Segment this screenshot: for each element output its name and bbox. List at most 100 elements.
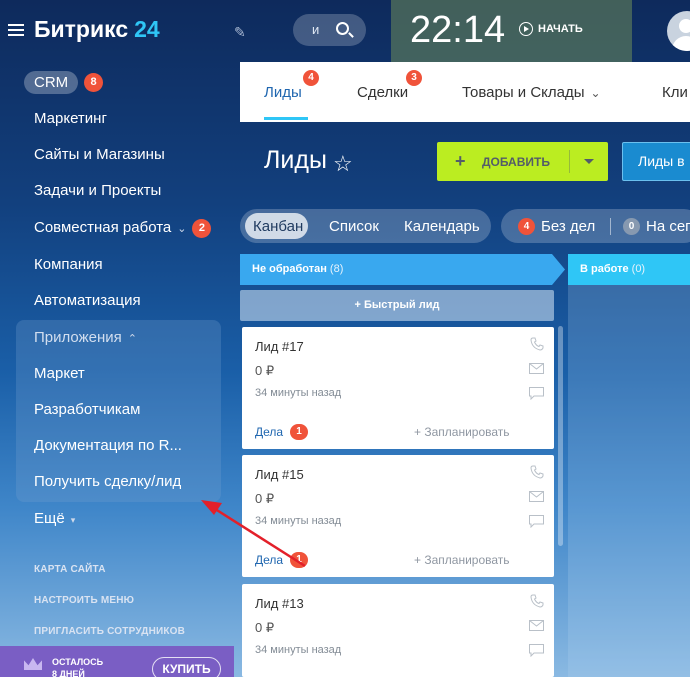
view-calendar[interactable]: Календарь [404,218,480,235]
menu-icon[interactable] [8,23,24,36]
column-header-in-progress[interactable]: В работе (0) [568,254,690,285]
sidebar-item-crm[interactable]: CRM [24,71,79,94]
view-switcher: Канбан Список Календарь [240,209,491,243]
lead-card[interactable]: Лид #17 0 ₽ 34 минуты назад Дела 1 + Зап… [242,327,554,449]
configure-menu-link[interactable]: НАСТРОИТЬ МЕНЮ [34,595,134,606]
filter-no-deals[interactable]: Без дел [541,218,595,235]
view-list[interactable]: Список [329,218,379,235]
site-map-link[interactable]: КАРТА САЙТА [34,564,106,575]
tab-leads[interactable]: Лиды [264,84,302,101]
lead-time: 34 минуты назад [255,515,342,527]
sidebar-item-label: Сайты и Магазины [34,146,165,163]
add-button[interactable]: + ДОБАВИТЬ [437,142,608,181]
mail-icon[interactable] [529,491,544,502]
start-workday-button[interactable]: НАЧАТЬ [519,22,583,36]
sidebar-item-tasks[interactable]: Задачи и Проекты [34,182,161,199]
column-count: (8) [329,263,344,275]
no-deals-badge: 4 [518,218,535,235]
sidebar-item-label: Маркет [34,365,85,382]
search-input[interactable]: и [293,14,366,46]
sidebar-item-label: Получить сделку/лид [34,473,182,490]
sidebar-item-label: Маркетинг [34,110,107,127]
phone-icon[interactable] [530,465,544,479]
sidebar-more[interactable]: Ещё ▾ [34,510,75,527]
lead-price: 0 ₽ [255,363,275,378]
sidebar-item-sites[interactable]: Сайты и Магазины [34,146,165,163]
avatar[interactable] [667,11,690,51]
mail-icon[interactable] [529,620,544,631]
lead-title[interactable]: Лид #17 [255,339,304,354]
trial-line-1: ОСТАЛОСЬ [52,657,104,667]
sidebar-item-collaboration[interactable]: Совместная работа ⌄ 2 [34,219,212,238]
phone-icon[interactable] [530,337,544,351]
leads-in-button[interactable]: Лиды в [622,142,690,181]
view-kanban[interactable]: Канбан [253,218,303,235]
quick-lead-button[interactable]: + Быстрый лид [240,290,554,321]
logo[interactable]: Битрикс 24 [34,16,160,43]
leads-tab-badge: 4 [303,70,319,86]
sidebar-item-company[interactable]: Компания [34,256,103,273]
today-badge: 0 [623,218,640,235]
sidebar-item-label: Документация по R... [34,437,182,454]
tab-products[interactable]: Товары и Склады ⌄ [462,84,601,101]
activities-badge: 1 [290,424,308,440]
collaboration-counter-badge: 2 [192,219,212,238]
tab-deals[interactable]: Сделки [357,84,408,101]
tab-clients[interactable]: Кли [662,84,688,101]
crm-counter-badge: 8 [84,73,103,92]
mail-icon[interactable] [529,363,544,374]
column-title: Не обработан (8) [252,263,343,275]
phone-icon[interactable] [530,594,544,608]
sidebar-item-label: Совместная работа [34,219,172,236]
divider [569,150,570,173]
sidebar-item-market[interactable]: Маркет [34,365,85,382]
sidebar: Битрикс 24 CRM 8 Маркетинг Сайты и Магази… [0,0,240,677]
active-tab-underline [264,117,308,120]
logo-name: Битрикс [34,16,129,42]
column-header-new[interactable]: Не обработан (8) [240,254,565,285]
sidebar-item-get-deal-lead[interactable]: Получить сделку/лид [34,473,181,490]
lead-title[interactable]: Лид #13 [255,596,304,611]
star-icon[interactable]: ☆ [333,151,353,177]
add-label: ДОБАВИТЬ [482,155,550,169]
lead-card[interactable]: Лид #15 0 ₽ 34 минуты назад Дела 1 + Зап… [242,455,554,577]
tab-label: Товары и Склады [462,84,585,101]
lead-time: 34 минуты назад [255,387,342,399]
sidebar-group-apps[interactable]: Приложения ⌃ [34,329,137,346]
start-label: НАЧАТЬ [538,23,583,35]
lead-activities-link[interactable]: Дела [255,553,283,567]
sidebar-item-label: Разработчикам [34,401,141,418]
plan-activity-link[interactable]: + Запланировать [414,553,510,567]
worktime-widget: 22:14 НАЧАТЬ [391,0,632,62]
sidebar-item-developers[interactable]: Разработчикам [34,401,140,418]
sidebar-item-documentation[interactable]: Документация по R... [34,437,182,454]
page-title: Лиды [264,146,327,174]
chevron-up-icon: ⌃ [127,333,137,345]
search-text: и [312,22,320,37]
activity-filters: 4 Без дел 0 На сего [501,209,690,243]
invite-employees-link[interactable]: ПРИГЛАСИТЬ СОТРУДНИКОВ [34,626,185,637]
lead-price: 0 ₽ [255,620,275,635]
filter-today[interactable]: На сего [646,218,690,235]
buy-button[interactable]: КУПИТЬ [152,657,221,677]
chat-icon[interactable] [529,515,544,528]
chat-icon[interactable] [529,387,544,400]
plan-activity-link[interactable]: + Запланировать [414,425,510,439]
plus-icon: + [354,299,364,311]
chat-icon[interactable] [529,644,544,657]
edit-pencil-icon[interactable]: ✎ [234,24,246,41]
column-scrollbar[interactable] [558,326,563,546]
sidebar-item-label: Компания [34,256,103,273]
lead-card[interactable]: Лид #13 0 ₽ 34 минуты назад [242,584,554,677]
lead-activities-link[interactable]: Дела [255,425,283,439]
sidebar-item-label: Ещё [34,510,65,527]
lead-title[interactable]: Лид #15 [255,467,304,482]
logo-row: Битрикс 24 [8,16,160,43]
sidebar-item-marketing[interactable]: Маркетинг [34,110,107,127]
sidebar-item-automation[interactable]: Автоматизация [34,292,141,309]
column-body-in-progress [568,285,690,677]
search-icon[interactable] [336,22,349,35]
lead-time: 34 минуты назад [255,644,342,656]
dropdown-arrow-icon[interactable] [584,159,594,164]
crown-icon [24,658,42,670]
